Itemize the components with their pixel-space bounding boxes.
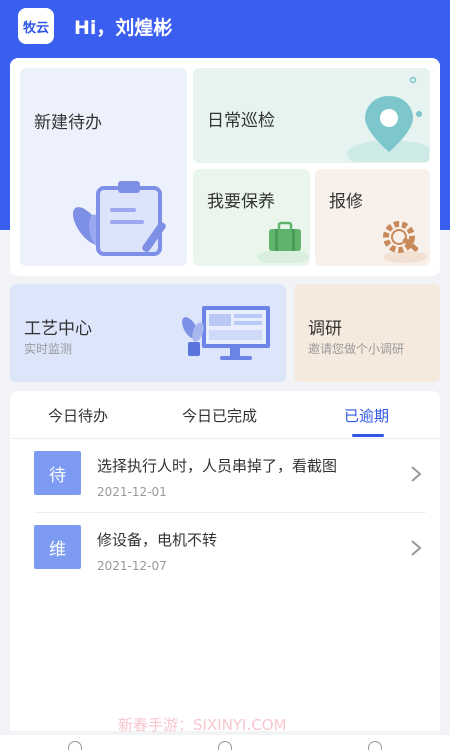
task-type-badge: 维 — [34, 525, 81, 569]
nav-home-icon[interactable] — [68, 741, 82, 750]
tab-overdue[interactable]: 已逾期 — [344, 405, 389, 426]
clipboard-icon — [72, 181, 166, 256]
survey-title: 调研 — [308, 319, 342, 339]
task-tabs: 今日待办 今日已完成 已逾期 — [10, 391, 440, 439]
craft-center-banner[interactable]: 工艺中心 实时监测 — [10, 284, 286, 382]
quick-actions-card: 新建待办 日常巡检 我要保养 报修 — [10, 58, 440, 276]
daily-patrol-label: 日常巡检 — [207, 111, 275, 131]
list-item[interactable]: 维 修设备，电机不转 2021-12-07 — [10, 515, 440, 589]
new-todo-tile[interactable]: 新建待办 — [20, 68, 187, 266]
task-title: 选择执行人时，人员串掉了，看截图 — [97, 457, 338, 475]
divider — [34, 512, 426, 513]
new-todo-label: 新建待办 — [34, 113, 102, 133]
active-tab-indicator — [352, 434, 384, 437]
location-pin-icon — [347, 76, 429, 162]
tab-today-done[interactable]: 今日已完成 — [182, 405, 257, 426]
repair-tile[interactable]: 报修 — [315, 169, 430, 266]
maintenance-tile[interactable]: 我要保养 — [193, 169, 310, 266]
task-list-card: 今日待办 今日已完成 已逾期 待 选择执行人时，人员串掉了，看截图 2021-1… — [10, 391, 440, 731]
survey-subtitle: 邀请您做个小调研 — [308, 342, 405, 356]
repair-label: 报修 — [329, 192, 363, 212]
nav-profile-icon[interactable] — [368, 741, 382, 750]
gear-wrench-icon — [383, 221, 427, 263]
task-date: 2021-12-07 — [97, 559, 167, 573]
chevron-right-icon — [411, 540, 422, 556]
maintenance-label: 我要保养 — [207, 192, 275, 212]
craft-center-subtitle: 实时监测 — [24, 342, 73, 356]
watermark: 新春手游：SIXINYI.COM — [118, 716, 287, 734]
toolbox-icon — [257, 221, 309, 263]
list-item[interactable]: 待 选择执行人时，人员串掉了，看截图 2021-12-01 — [10, 441, 440, 515]
nav-middle-icon[interactable] — [218, 741, 232, 750]
chevron-right-icon — [411, 466, 422, 482]
monitor-dashboard-icon — [182, 306, 270, 360]
survey-banner[interactable]: 调研 邀请您做个小调研 — [294, 284, 440, 382]
app-logo: 牧云 — [18, 8, 54, 44]
task-title: 修设备，电机不转 — [97, 531, 218, 549]
bottom-nav — [0, 735, 450, 750]
task-date: 2021-12-01 — [97, 485, 167, 499]
craft-center-title: 工艺中心 — [24, 319, 92, 339]
greeting: Hi，刘煌彬 — [74, 17, 173, 39]
daily-patrol-tile[interactable]: 日常巡检 — [193, 68, 430, 163]
tab-today-todo[interactable]: 今日待办 — [48, 405, 108, 426]
task-type-badge: 待 — [34, 451, 81, 495]
